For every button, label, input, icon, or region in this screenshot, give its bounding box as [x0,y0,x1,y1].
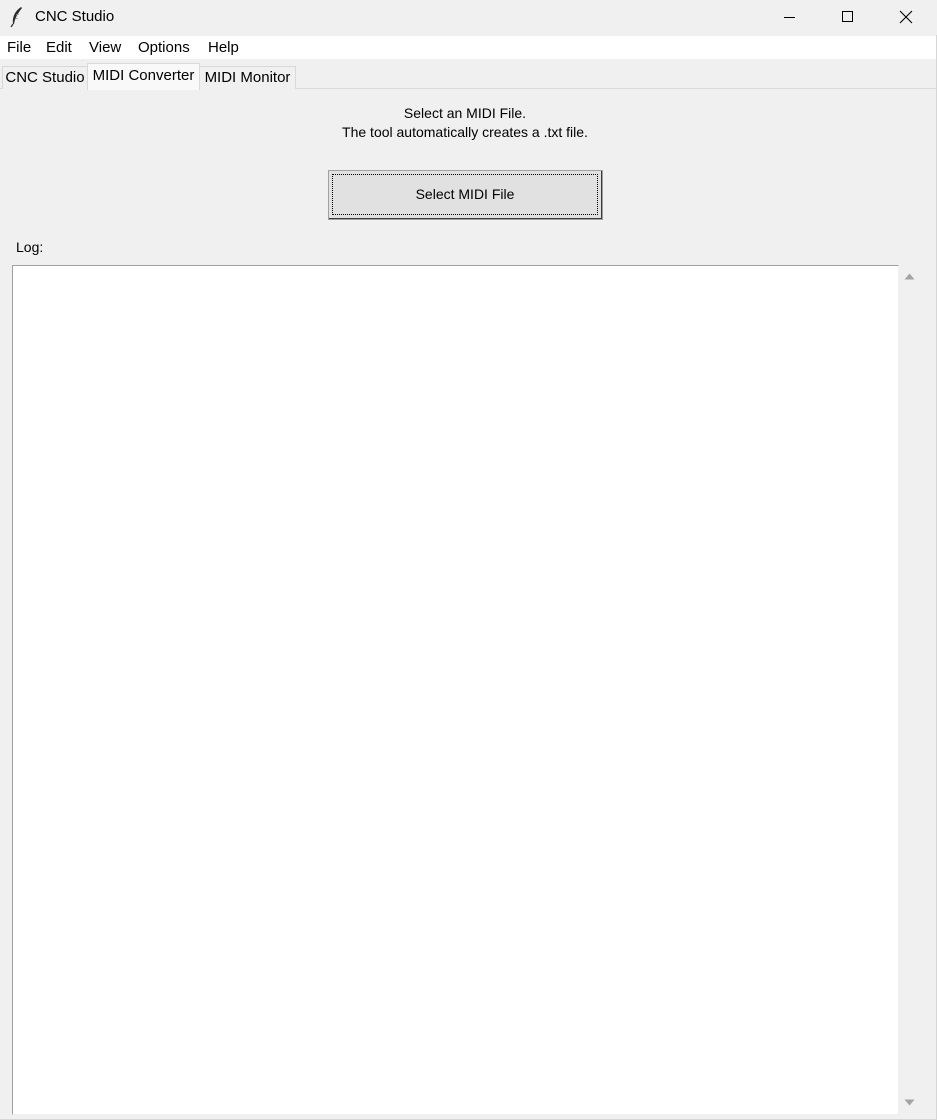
scroll-down-arrow-icon[interactable] [903,1096,916,1109]
app-window: CNC Studio File Edit View Options Help C… [0,0,937,1120]
instruction-line-2: The tool automatically creates a .txt fi… [342,124,588,140]
tab-label: MIDI Converter [92,67,195,84]
menu-view[interactable]: View [89,39,121,57]
close-button[interactable] [877,0,935,35]
close-icon [899,10,913,24]
feather-icon [9,6,25,28]
log-textarea[interactable] [12,265,899,1115]
tab-midi-monitor[interactable]: MIDI Monitor [199,66,296,89]
tab-label: CNC Studio [5,69,85,86]
menu-help[interactable]: Help [208,39,239,57]
minimize-button[interactable] [760,0,818,35]
select-midi-file-label: Select MIDI File [415,186,515,202]
menu-options[interactable]: Options [138,39,190,57]
menu-file[interactable]: File [7,39,31,57]
maximize-button[interactable] [818,0,876,35]
minimize-icon [784,17,795,18]
title-bar[interactable]: CNC Studio [0,0,937,35]
menu-bar: File Edit View Options Help [0,36,936,59]
tab-midi-converter[interactable]: MIDI Converter [87,63,200,90]
log-scrollbar[interactable] [900,265,919,1115]
scroll-up-arrow-icon[interactable] [903,270,916,283]
instruction-line-1: Select an MIDI File. [403,105,527,121]
tab-cnc-studio[interactable]: CNC Studio [2,66,88,89]
select-midi-file-button[interactable]: Select MIDI File [328,170,603,220]
maximize-icon [842,11,853,22]
instructions-text: Select an MIDI File. The tool automatica… [0,104,930,142]
window-title: CNC Studio [35,8,115,25]
tab-label: MIDI Monitor [204,69,291,86]
log-label: Log: [16,239,44,255]
menu-edit[interactable]: Edit [46,39,72,57]
